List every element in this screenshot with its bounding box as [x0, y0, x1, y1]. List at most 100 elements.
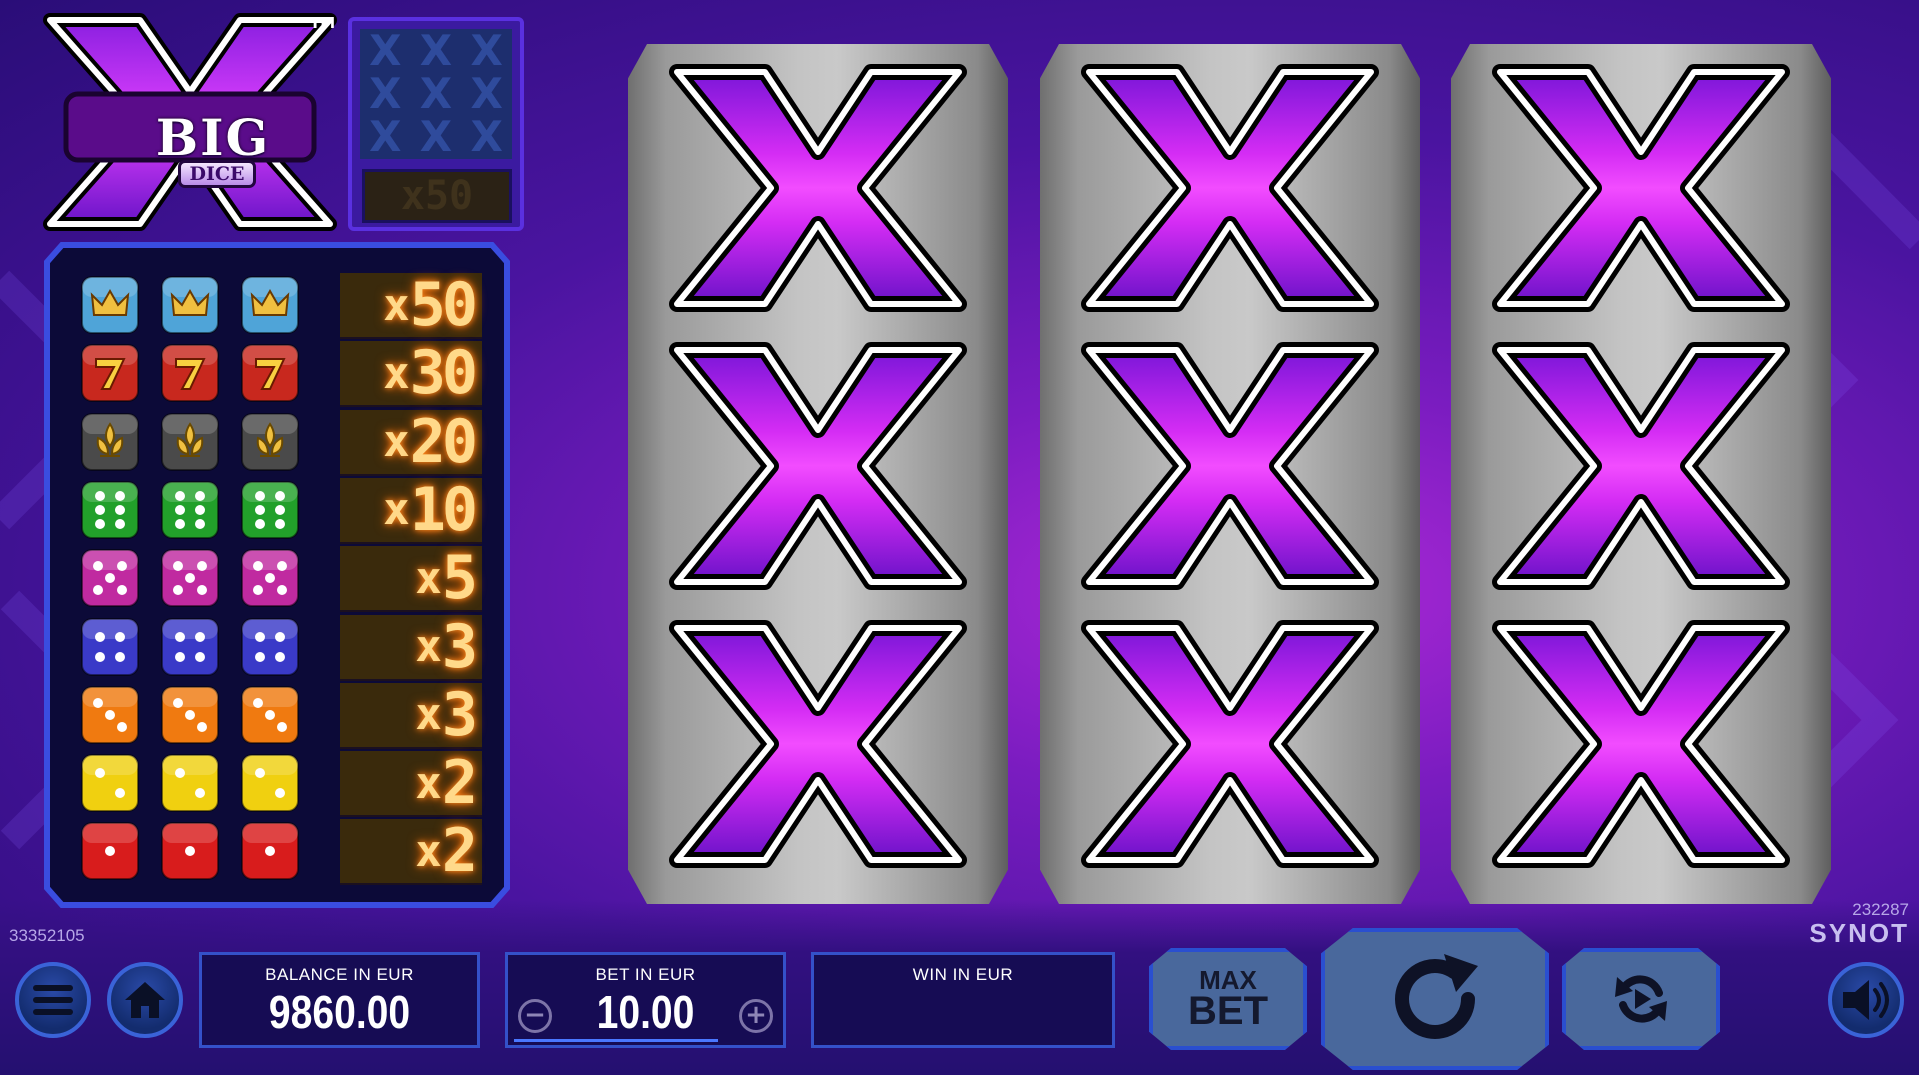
autoplay-button[interactable] — [1562, 948, 1720, 1050]
yellow-die-icon — [160, 753, 220, 813]
lily-die-icon — [240, 412, 300, 472]
balance-value: 9860.00 — [268, 986, 411, 1038]
sound-button[interactable] — [1828, 962, 1904, 1038]
mini-x-icon: X — [369, 112, 402, 162]
mini-x-icon: X — [419, 112, 453, 162]
win-label: WIN IN EUR — [912, 965, 1014, 984]
yellow-die-icon — [80, 753, 140, 813]
lily-die-icon — [80, 412, 140, 472]
seven-die-icon — [160, 343, 220, 403]
multiplier-x: x — [415, 757, 441, 809]
blue-die-icon — [160, 617, 220, 677]
multiplier-value: 30 — [409, 338, 478, 409]
multiplier-x: x — [415, 689, 441, 741]
mini-x-icon: X — [470, 112, 503, 162]
bet-underline — [514, 1039, 718, 1042]
max-bet-button[interactable]: MAX BET — [1149, 948, 1307, 1050]
multiplier-x: x — [383, 347, 409, 399]
pink-die-icon — [80, 548, 140, 608]
green-die-icon — [240, 480, 300, 540]
bet-decrease-button[interactable]: − — [518, 999, 552, 1033]
big-x-symbol-icon — [1067, 614, 1393, 874]
paytable-multiplier: x2 — [340, 748, 482, 819]
bet-label: BET IN EUR — [595, 965, 696, 984]
mini-x-icon: X — [369, 25, 402, 75]
paytable-row: x 30 — [80, 338, 490, 409]
mini-x-icon: X — [470, 68, 503, 118]
green-die-icon — [160, 480, 220, 540]
max-bet-line2: BET — [1188, 989, 1268, 1034]
seven-die-icon — [240, 343, 300, 403]
paytable-multiplier: x 50 — [340, 270, 482, 340]
red-die-icon — [80, 821, 140, 881]
autoplay-icon — [1615, 975, 1667, 1023]
game-logo: BIG DICE — [40, 12, 340, 232]
crown-die-icon — [240, 275, 300, 335]
red-die-icon — [240, 821, 300, 881]
multiplier-x: x — [415, 621, 441, 672]
paytable-row: x 10 — [80, 474, 490, 545]
mini-x-icon: X — [369, 68, 402, 118]
win-panel: WIN IN EUR — [811, 952, 1115, 1048]
paytable-row: x5 — [80, 543, 490, 614]
lily-die-icon — [160, 412, 220, 472]
big-x-symbol-icon — [1478, 58, 1804, 318]
red-die-icon — [160, 821, 220, 881]
spin-icon — [1395, 954, 1478, 1039]
orange-die-icon — [160, 685, 220, 745]
pink-die-icon — [160, 548, 220, 608]
multiplier-value: 2 — [441, 748, 478, 819]
bet-increase-button[interactable]: + — [739, 999, 773, 1033]
logo-title: BIG — [155, 108, 271, 167]
multiplier-value: 3 — [441, 679, 478, 750]
orange-die-icon — [80, 685, 140, 745]
multiplier-value: 50 — [409, 270, 478, 340]
blue-die-icon — [240, 617, 300, 677]
multiplier-value: 5 — [441, 543, 478, 614]
paytable-row: x 50 — [80, 270, 490, 340]
multiplier-value: 3 — [441, 611, 478, 682]
multiplier-x: x — [415, 825, 441, 877]
menu-icon — [33, 985, 73, 1015]
trademark-mark: TM — [310, 14, 336, 32]
big-x-symbol-icon — [1067, 58, 1393, 318]
paytable-multiplier: x3 — [340, 679, 482, 750]
balance-panel: BALANCE IN EUR 9860.00 — [199, 952, 480, 1048]
multiplier-x: x — [383, 484, 409, 536]
speaker-icon — [1843, 980, 1889, 1020]
mini-x-icon: X — [470, 25, 503, 75]
orange-die-icon — [240, 685, 300, 745]
bet-panel: BET IN EUR 10.00 − + — [505, 952, 786, 1048]
big-x-symbol-icon — [1478, 614, 1804, 874]
multiplier-x: x — [415, 552, 441, 604]
paytable-row: x3 — [80, 611, 490, 682]
multiplier-value: 10 — [409, 474, 478, 545]
paytable-multiplier: x5 — [340, 543, 482, 614]
seven-die-icon — [80, 343, 140, 403]
yellow-die-icon — [240, 753, 300, 813]
paytable-row: x3 — [80, 679, 490, 750]
paytable-multiplier: x 10 — [340, 474, 482, 545]
big-x-symbol-icon — [1478, 336, 1804, 596]
mini-preview-grid: X X X X X X X X X — [360, 29, 512, 159]
big-x-symbol-icon — [655, 58, 981, 318]
blue-die-icon — [80, 617, 140, 677]
bet-value: 10.00 — [596, 986, 695, 1038]
paytable-row: x 20 — [80, 407, 490, 477]
home-icon — [125, 982, 165, 1018]
mini-x-icon: X — [419, 25, 453, 75]
paytable-row: x2 — [80, 816, 490, 887]
build-id: 232287 — [1852, 900, 1909, 919]
paytable-multiplier: x 20 — [340, 407, 482, 477]
big-x-symbol-icon — [655, 614, 981, 874]
game-round-id: 33352105 — [9, 926, 85, 945]
mini-preview-panel: X X X X X X X X X x50 — [348, 17, 524, 231]
multiplier-value: 2 — [441, 816, 478, 887]
multiplier-x: x — [383, 279, 409, 331]
home-button[interactable] — [107, 962, 183, 1038]
spin-button[interactable] — [1321, 928, 1549, 1070]
mini-x-icon: X — [419, 68, 453, 118]
menu-button[interactable] — [15, 962, 91, 1038]
paytable-row: x2 — [80, 748, 490, 819]
crown-die-icon — [160, 275, 220, 335]
